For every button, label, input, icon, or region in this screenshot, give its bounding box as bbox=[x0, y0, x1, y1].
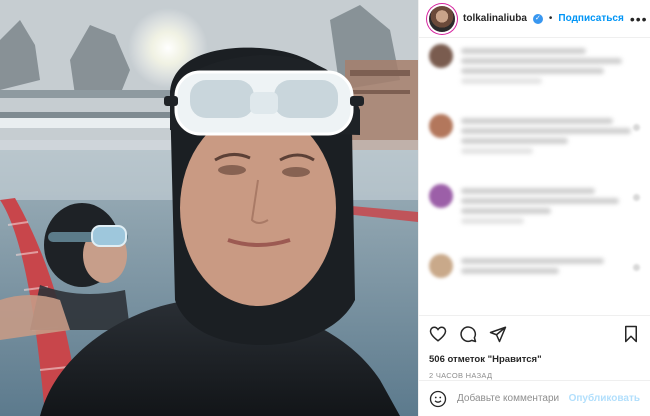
comment-item bbox=[429, 114, 640, 170]
follow-button[interactable]: Подписаться bbox=[558, 13, 623, 24]
share-icon[interactable] bbox=[489, 325, 507, 343]
comment-item bbox=[429, 254, 640, 310]
comments-list bbox=[419, 38, 650, 315]
comment-like-icon[interactable] bbox=[633, 124, 640, 131]
comment-input[interactable] bbox=[455, 392, 561, 405]
photo-scene bbox=[0, 0, 418, 416]
post-sidebar: tolkalinaliuba ✓ • Подписаться ••• 506 о… bbox=[418, 0, 650, 416]
comment-avatar[interactable] bbox=[429, 44, 453, 68]
heart-icon[interactable] bbox=[429, 325, 447, 343]
post-header: tolkalinaliuba ✓ • Подписаться ••• bbox=[419, 0, 650, 38]
comment-text-blurred bbox=[461, 184, 640, 240]
more-options-icon[interactable]: ••• bbox=[630, 11, 648, 27]
author-username[interactable]: tolkalinaliuba bbox=[463, 13, 527, 24]
comment-like-icon[interactable] bbox=[633, 264, 640, 271]
verified-badge-icon: ✓ bbox=[532, 13, 543, 24]
likes-count[interactable]: 506 отметок "Нравится" bbox=[419, 352, 650, 365]
comment-text-blurred bbox=[461, 44, 640, 100]
post-timestamp[interactable]: 2 ЧАСОВ НАЗАД bbox=[419, 365, 650, 380]
comment-avatar[interactable] bbox=[429, 254, 453, 278]
comment-text-blurred bbox=[461, 114, 640, 170]
post-actions bbox=[419, 315, 650, 352]
comment-item bbox=[429, 184, 640, 240]
comment-icon[interactable] bbox=[459, 325, 477, 343]
author-avatar[interactable] bbox=[429, 5, 455, 32]
emoji-icon[interactable] bbox=[429, 390, 447, 408]
add-comment-bar: Опубликовать bbox=[419, 380, 650, 416]
bookmark-icon[interactable] bbox=[622, 325, 640, 343]
publish-button[interactable]: Опубликовать bbox=[569, 393, 640, 404]
separator-dot: • bbox=[548, 13, 553, 24]
comment-avatar[interactable] bbox=[429, 184, 453, 208]
comment-avatar[interactable] bbox=[429, 114, 453, 138]
comment-text-blurred bbox=[461, 254, 640, 310]
instagram-post: tolkalinaliuba ✓ • Подписаться ••• 506 о… bbox=[0, 0, 650, 416]
post-photo[interactable] bbox=[0, 0, 418, 416]
comment-like-icon[interactable] bbox=[633, 194, 640, 201]
comment-item bbox=[429, 44, 640, 100]
